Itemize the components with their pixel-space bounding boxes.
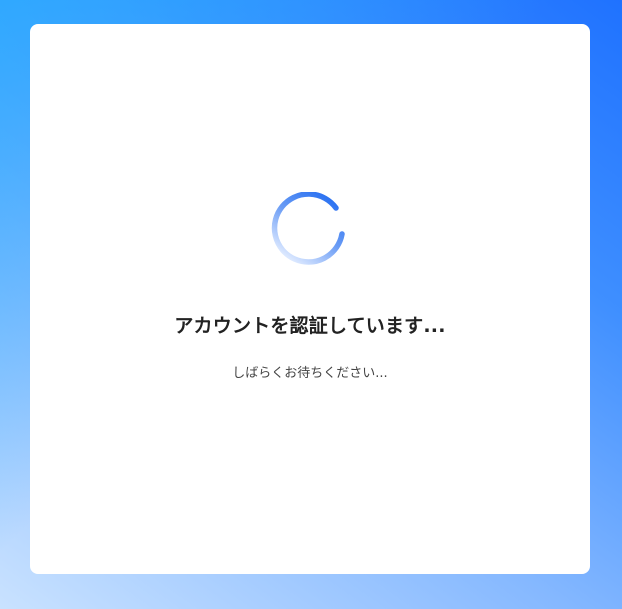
- loading-spinner-icon: [271, 192, 345, 265]
- status-title: アカウントを認証しています...: [174, 315, 446, 337]
- auth-card: アカウントを認証しています... しばらくお待ちください...: [30, 24, 590, 574]
- status-subtitle: しばらくお待ちください...: [232, 366, 388, 381]
